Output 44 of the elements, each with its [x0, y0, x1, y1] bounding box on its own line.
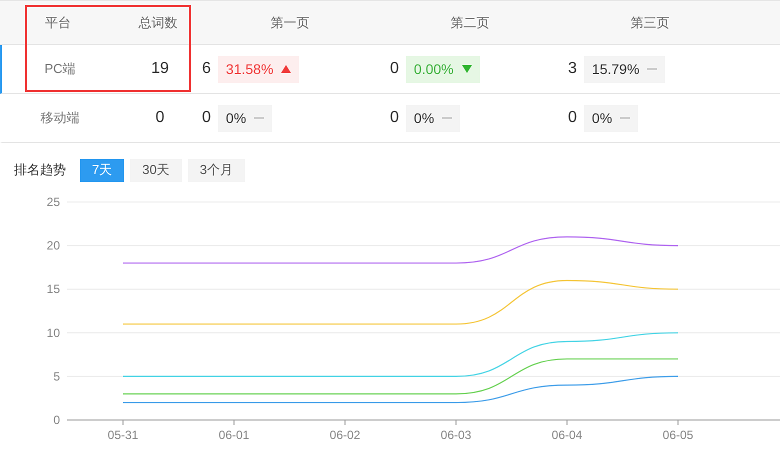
count-cell-text: 0: [202, 108, 211, 128]
percent-badge: 0%: [218, 104, 272, 132]
y-axis-label: 10: [46, 326, 60, 340]
platform-cell-text: PC端: [44, 60, 76, 78]
platform-cell-text: 移动端: [40, 109, 80, 128]
percent-badge: 15.79%: [584, 56, 666, 82]
count-cell-text: 0: [568, 108, 577, 128]
x-axis-label: 06-02: [330, 428, 360, 440]
percent-badge: 0%: [406, 104, 460, 132]
y-axis-label: 0: [53, 413, 60, 427]
dash-icon: [254, 117, 264, 119]
down-triangle-icon: [462, 65, 472, 73]
column-header: 第二页: [450, 14, 490, 32]
trend-label: 排名趋势: [14, 161, 66, 180]
x-axis-label: 06-01: [218, 428, 250, 440]
y-axis-label: 5: [53, 369, 60, 384]
dash-icon: [442, 117, 452, 119]
percent-badge: 0%: [584, 104, 638, 132]
x-axis-label: 05-31: [108, 428, 138, 440]
percent-badge: 0.00%: [406, 56, 480, 82]
column-header: 第三页: [630, 14, 670, 32]
count-cell-text: 6: [202, 59, 211, 79]
y-axis-label: 20: [46, 238, 60, 253]
count-cell-text: 0: [390, 59, 399, 79]
up-triangle-icon: [281, 65, 292, 73]
count-cell-text: 3: [568, 59, 577, 79]
count-cell-text: 0: [390, 108, 399, 128]
x-axis-label: 06-04: [552, 428, 582, 440]
table-row[interactable]: PC端 19 6 31.58% 0 0.00% 3 15.79%: [0, 45, 780, 94]
table-row[interactable]: 移动端 0 0 0% 0 0% 0 0%: [0, 94, 780, 143]
range-tab[interactable]: 30天: [130, 158, 182, 182]
x-axis-label: 06-05: [662, 428, 694, 440]
y-axis-label: 15: [46, 282, 60, 296]
column-header: 第一页: [270, 14, 310, 32]
column-header: 总词数: [138, 14, 178, 32]
column-header: 平台: [45, 14, 71, 32]
total-cell-text: 19: [151, 59, 169, 79]
dash-icon: [647, 68, 658, 70]
x-axis-label: 06-03: [440, 428, 472, 440]
total-cell-text: 0: [156, 108, 164, 128]
y-axis-label: 25: [46, 195, 60, 209]
dash-icon: [620, 117, 630, 119]
percent-badge: 31.58%: [218, 56, 300, 82]
range-tab[interactable]: 3个月: [188, 158, 245, 182]
